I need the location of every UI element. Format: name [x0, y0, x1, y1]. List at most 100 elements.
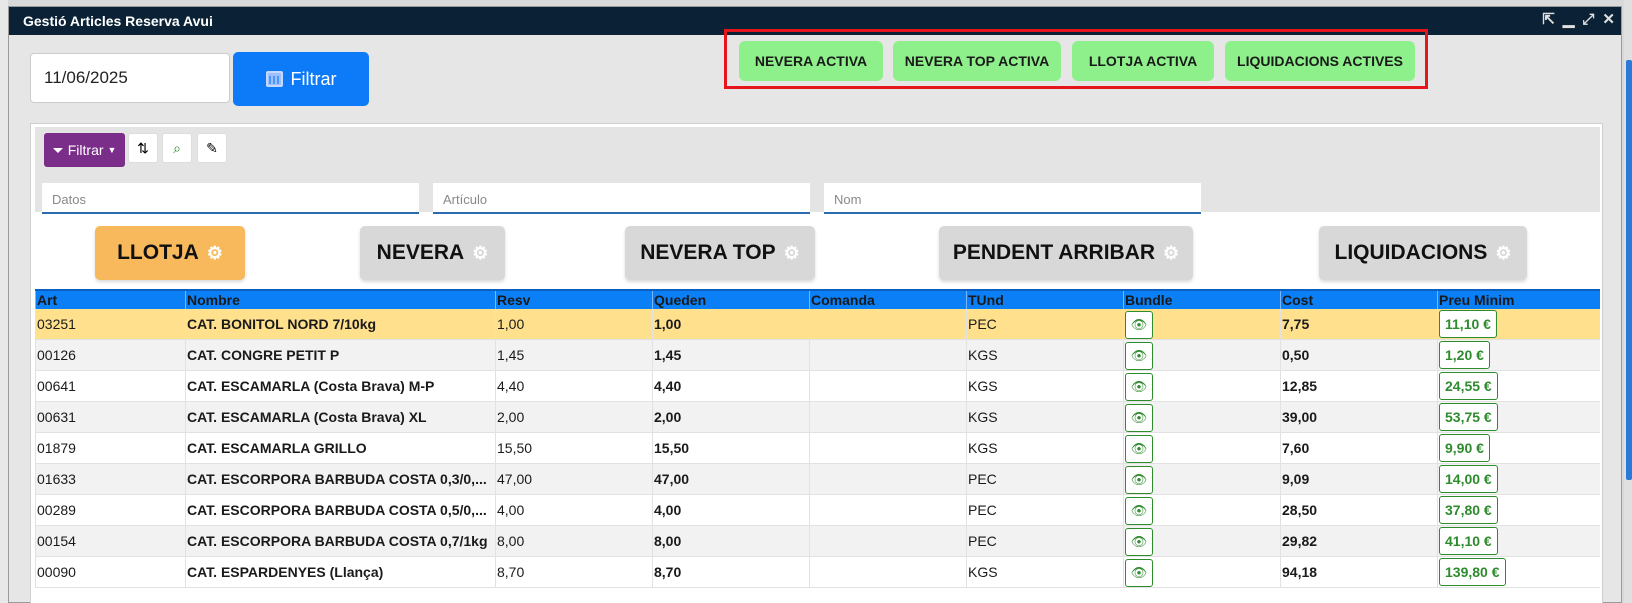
nevera-activa-button[interactable]: NEVERA ACTIVA — [739, 41, 883, 81]
resv-cell: 15,50 — [495, 433, 652, 463]
queden-cell: 2,00 — [652, 402, 809, 432]
price-badge[interactable]: 53,75 € — [1439, 403, 1498, 431]
column-header-resv[interactable]: Resv — [495, 291, 652, 309]
column-header-comanda[interactable]: Comanda — [809, 291, 966, 309]
bundle-cell: 👁 — [1123, 340, 1280, 370]
eye-icon[interactable]: 👁 — [1125, 528, 1153, 556]
close-icon[interactable]: ✕ — [1602, 12, 1615, 28]
gear-icon: ⚙ — [1495, 242, 1512, 263]
liquidacions-actives-button[interactable]: LIQUIDACIONS ACTIVES — [1225, 41, 1415, 81]
cost-cell: 7,60 — [1280, 433, 1437, 463]
queden-cell: 4,40 — [652, 371, 809, 401]
tund-cell: PEC — [966, 464, 1123, 494]
filter-button[interactable]: Filtrar — [233, 52, 369, 106]
eye-icon[interactable]: 👁 — [1125, 497, 1153, 525]
grid-panel: ⏷ Filtrar ▼ ⇅ ⌕ ✎ Datos Artículo Nom LLO… — [30, 123, 1603, 603]
nevera-top-activa-button[interactable]: NEVERA TOP ACTIVA — [893, 41, 1061, 81]
table-row[interactable]: 00126 CAT. CONGRE PETIT P 1,45 1,45 KGS 👁 0,50… — [35, 340, 1600, 371]
toolbar-filter-dropdown[interactable]: ⏷ Filtrar ▼ — [44, 133, 125, 167]
articulo-filter-input[interactable]: Artículo — [433, 183, 810, 214]
preu-minim-cell: 24,55 € — [1437, 371, 1600, 401]
eye-icon[interactable]: 👁 — [1125, 559, 1153, 587]
column-header-bundle[interactable]: Bundle — [1123, 291, 1280, 309]
nombre-cell: CAT. CONGRE PETIT P — [185, 340, 495, 370]
bundle-cell: 👁 — [1123, 557, 1280, 587]
column-header-queden[interactable]: Queden — [652, 291, 809, 309]
sort-az-icon[interactable]: ⇅ — [128, 133, 158, 163]
bundle-cell: 👁 — [1123, 526, 1280, 556]
resv-cell: 1,00 — [495, 309, 652, 339]
calendar-icon — [265, 71, 283, 87]
llotja-activa-button[interactable]: LLOTJA ACTIVA — [1072, 41, 1214, 81]
price-badge[interactable]: 9,90 € — [1439, 434, 1490, 462]
price-badge[interactable]: 37,80 € — [1439, 496, 1498, 524]
cost-cell: 39,00 — [1280, 402, 1437, 432]
column-header-preu-minim[interactable]: Preu Minim — [1437, 291, 1600, 309]
datos-filter-input[interactable]: Datos — [42, 183, 419, 214]
table-row[interactable]: 00631 CAT. ESCAMARLA (Costa Brava) XL 2,00… — [35, 402, 1600, 433]
column-header-art[interactable]: Art — [35, 291, 185, 309]
eye-icon[interactable]: 👁 — [1125, 466, 1153, 494]
queden-cell: 47,00 — [652, 464, 809, 494]
grid-toolbar: ⏷ Filtrar ▼ ⇅ ⌕ ✎ Datos Artículo Nom — [35, 127, 1600, 214]
price-badge[interactable]: 24,55 € — [1439, 372, 1498, 400]
price-badge[interactable]: 14,00 € — [1439, 465, 1498, 493]
comanda-cell — [809, 309, 966, 339]
minimize-icon[interactable]: ▁ — [1563, 12, 1575, 28]
tund-cell: PEC — [966, 495, 1123, 525]
scrollbar[interactable] — [1626, 60, 1632, 480]
art-cell: 00090 — [35, 557, 185, 587]
tab-nevera[interactable]: NEVERA ⚙ — [360, 226, 505, 280]
eye-icon[interactable]: 👁 — [1125, 311, 1153, 339]
filter-button-label: Filtrar — [290, 68, 337, 89]
reservation-articles-window: Gestió Articles Reserva Avui ⇱ ▁ ⤢ ✕ 11/… — [8, 6, 1622, 603]
art-cell: 01879 — [35, 433, 185, 463]
price-badge[interactable]: 11,10 € — [1439, 310, 1497, 338]
price-badge[interactable]: 139,80 € — [1439, 558, 1506, 586]
table-row[interactable]: 00154 CAT. ESCORPORA BARBUDA COSTA 0,7/1k… — [35, 526, 1600, 557]
column-header-tund[interactable]: TUnd — [966, 291, 1123, 309]
tab-pendent-arribar[interactable]: PENDENT ARRIBAR ⚙ — [939, 226, 1193, 280]
eye-icon[interactable]: 👁 — [1125, 435, 1153, 463]
price-badge[interactable]: 41,10 € — [1439, 527, 1498, 555]
tund-cell: KGS — [966, 402, 1123, 432]
table-row[interactable]: 01633 CAT. ESCORPORA BARBUDA COSTA 0,3/0,… — [35, 464, 1600, 495]
table-row[interactable]: 00090 CAT. ESPARDENYES (Llança) 8,70 8,70 KG… — [35, 557, 1600, 588]
bundle-cell: 👁 — [1123, 371, 1280, 401]
preu-minim-cell: 9,90 € — [1437, 433, 1600, 463]
eye-icon[interactable]: 👁 — [1125, 373, 1153, 401]
resv-cell: 2,00 — [495, 402, 652, 432]
nom-filter-input[interactable]: Nom — [824, 183, 1201, 214]
column-header-nombre[interactable]: Nombre — [185, 291, 495, 309]
tab-liquidacions-label: LIQUIDACIONS — [1334, 241, 1488, 264]
table-row[interactable]: 00641 CAT. ESCAMARLA (Costa Brava) M-P 4,4… — [35, 371, 1600, 402]
funnel-icon: ⏷ — [52, 141, 64, 158]
maximize-icon[interactable]: ⤢ — [1582, 12, 1594, 28]
tab-nevera-label: NEVERA — [376, 241, 465, 264]
gear-icon: ⚙ — [783, 242, 800, 263]
table-row[interactable]: 00289 CAT. ESCORPORA BARBUDA COSTA 0,5/0,… — [35, 495, 1600, 526]
tab-llotja[interactable]: LLOTJA ⚙ — [95, 226, 245, 280]
search-icon[interactable]: ⌕ — [162, 133, 192, 163]
nombre-cell: CAT. ESCAMARLA (Costa Brava) XL — [185, 402, 495, 432]
caret-down-icon: ▼ — [107, 145, 117, 155]
gear-icon: ⚙ — [1163, 242, 1180, 263]
brush-icon[interactable]: ✎ — [197, 133, 227, 163]
art-cell: 00631 — [35, 402, 185, 432]
price-badge[interactable]: 1,20 € — [1439, 341, 1490, 369]
tab-nevera-top[interactable]: NEVERA TOP ⚙ — [625, 226, 815, 280]
table-row[interactable]: 03251 CAT. BONITOL NORD 7/10kg 1,00 1,00 PEC… — [35, 309, 1600, 340]
select-icon[interactable]: ⇱ — [1542, 12, 1555, 28]
preu-minim-cell: 41,10 € — [1437, 526, 1600, 556]
table-row[interactable]: 01879 CAT. ESCAMARLA GRILLO 15,50 15,50 KGS 👁… — [35, 433, 1600, 464]
cost-cell: 28,50 — [1280, 495, 1437, 525]
nombre-cell: CAT. ESCORPORA BARBUDA COSTA 0,3/0,... — [185, 464, 495, 494]
tund-cell: KGS — [966, 557, 1123, 587]
eye-icon[interactable]: 👁 — [1125, 404, 1153, 432]
bundle-cell: 👁 — [1123, 309, 1280, 339]
column-header-cost[interactable]: Cost — [1280, 291, 1437, 309]
cost-cell: 0,50 — [1280, 340, 1437, 370]
date-input[interactable]: 11/06/2025 — [30, 53, 230, 103]
eye-icon[interactable]: 👁 — [1125, 342, 1153, 370]
tab-liquidacions[interactable]: LIQUIDACIONS ⚙ — [1319, 226, 1527, 280]
